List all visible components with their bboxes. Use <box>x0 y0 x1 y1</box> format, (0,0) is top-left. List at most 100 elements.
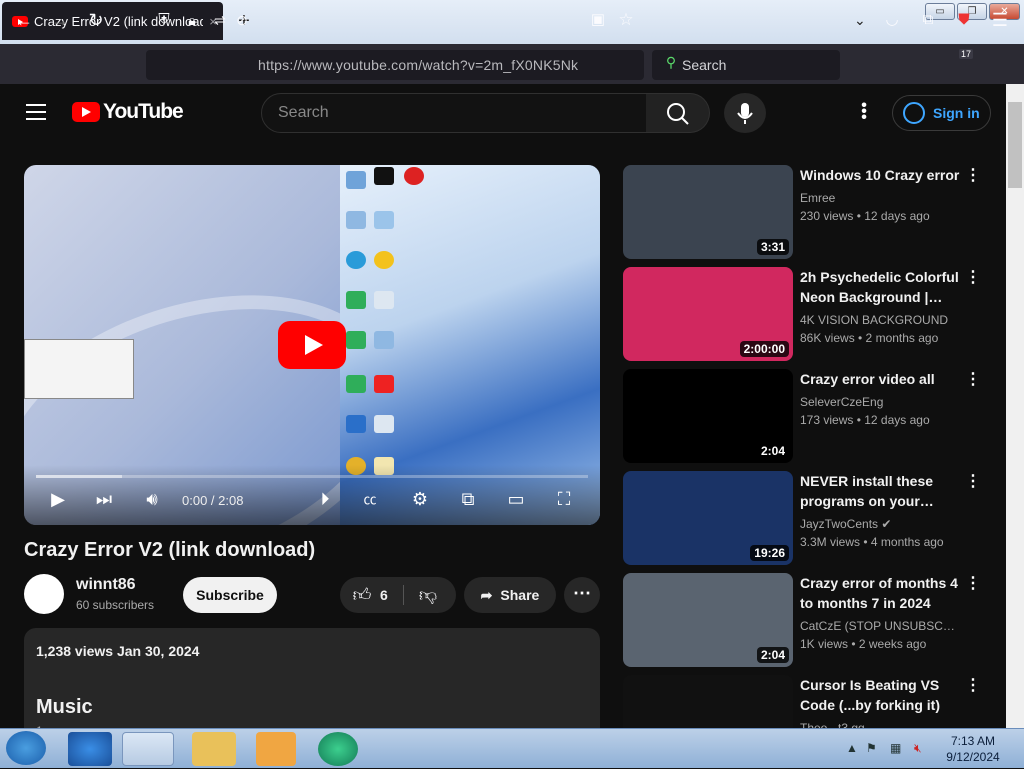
voice-search-button[interactable] <box>724 93 766 133</box>
subscriber-count: 60 subscribers <box>76 598 155 612</box>
miniplayer-icon[interactable]: ⧉ <box>456 489 480 510</box>
lock-icon[interactable]: 🔒︎ <box>180 8 204 32</box>
rec-meta: 173 views • 12 days ago <box>800 413 930 427</box>
rec-channel[interactable]: 4K VISION BACKGROUND <box>800 313 962 327</box>
guide-menu-icon[interactable] <box>26 104 46 120</box>
url-text[interactable]: https://www.youtube.com/watch?v=2m_fX0NK… <box>258 57 578 73</box>
start-button[interactable] <box>6 731 46 765</box>
page-scrollbar[interactable] <box>1006 84 1024 728</box>
settings-gear-icon[interactable]: ⚙ <box>408 489 432 510</box>
music-section-title: Music <box>36 696 93 718</box>
pocket-icon[interactable]: ◡ <box>880 8 904 32</box>
dislike-icon[interactable]: 👎︎ <box>416 583 440 607</box>
explorer-taskbar-icon[interactable] <box>192 732 236 766</box>
settings-kebab-icon[interactable]: • • • <box>860 98 868 126</box>
rec-menu-kebab-icon[interactable]: ⋮ <box>965 267 981 287</box>
search-engine-icon[interactable]: ⚲ <box>659 50 683 74</box>
rec-menu-kebab-icon[interactable]: ⋮ <box>965 471 981 491</box>
rec-channel[interactable]: Emree <box>800 191 962 205</box>
rec-thumbnail[interactable]: 2:00:00 <box>623 267 793 361</box>
error-dialog <box>24 339 134 399</box>
rec-title[interactable]: Windows 10 Crazy error <box>800 165 960 185</box>
youtube-logo-icon[interactable] <box>72 102 100 122</box>
tray-volume-icon[interactable]: 🔇︎ <box>914 741 922 756</box>
ie-taskbar-icon[interactable] <box>68 732 112 766</box>
clock-time: 7:13 AM <box>950 734 996 748</box>
desktop-tiktok-icon <box>374 167 394 185</box>
bookmark-star-icon[interactable]: ☆ <box>614 8 638 32</box>
account-icon <box>903 102 925 124</box>
captions-icon[interactable]: ㏄ <box>358 489 382 508</box>
rec-title[interactable]: Crazy error video all <box>800 369 960 389</box>
rec-menu-kebab-icon[interactable]: ⋮ <box>965 573 981 593</box>
rec-meta: 86K views • 2 months ago <box>800 331 939 345</box>
rec-title[interactable]: 2h Psychedelic Colorful Neon Background … <box>800 267 960 307</box>
desktop-app3-icon <box>346 291 366 309</box>
desktop-folder-icon <box>374 211 394 229</box>
desktop-app-icon <box>404 167 424 185</box>
desktop-app5-icon <box>346 331 366 349</box>
channel-name[interactable]: winnt86 <box>76 576 136 594</box>
autoplay-toggle[interactable]: ⏵ <box>310 489 340 510</box>
fullscreen-icon[interactable]: ⛶ <box>552 489 576 510</box>
rec-menu-kebab-icon[interactable]: ⋮ <box>965 675 981 695</box>
rec-title[interactable]: NEVER install these programs on your PC.… <box>800 471 960 511</box>
desktop-app2-icon <box>374 251 394 269</box>
list-all-tabs-button[interactable]: ⌄ <box>854 12 866 29</box>
share-button[interactable]: ➦ Share <box>464 577 556 613</box>
rec-menu-kebab-icon[interactable]: ⋮ <box>965 165 981 185</box>
rec-duration: 2:04 <box>756 647 789 663</box>
desktop-control-panel-icon <box>346 211 366 229</box>
progress-bar[interactable] <box>36 475 588 478</box>
taskbar-clock[interactable]: 7:13 AM 9/12/2024 <box>944 733 1002 765</box>
sign-in-button[interactable]: Sign in <box>892 95 991 131</box>
media-player-taskbar-icon[interactable] <box>256 732 296 766</box>
like-icon[interactable]: 👍︎ <box>350 583 374 607</box>
shield-icon[interactable]: ⛨ <box>152 8 176 32</box>
forward-icon[interactable]: → <box>48 8 72 32</box>
youtube-search-placeholder: Search <box>278 104 329 121</box>
rec-title[interactable]: Cursor Is Beating VS Code (...by forking… <box>800 675 960 715</box>
youtube-logo-text[interactable]: YouTube <box>103 100 184 124</box>
rec-thumbnail[interactable]: 19:26 <box>623 471 793 565</box>
rec-title[interactable]: Crazy error of months 4 to months 7 in 2… <box>800 573 960 613</box>
subscribe-button[interactable]: Subscribe <box>183 577 277 613</box>
rec-thumbnail[interactable]: 2:04 <box>623 369 793 463</box>
video-player[interactable]: ▶ ⏭ 🔊︎ 0:00 / 2:08 ⏵ ㏄ ⚙ ⧉ ▭ ⛶ <box>24 165 600 525</box>
youtube-search-input[interactable]: Search <box>261 93 647 133</box>
reload-icon[interactable]: ↻ <box>84 8 108 32</box>
rec-thumbnail[interactable]: 2:04 <box>623 573 793 667</box>
app-taskbar-icon[interactable] <box>318 732 358 766</box>
play-icon[interactable]: ▶ <box>46 489 70 510</box>
rec-menu-kebab-icon[interactable]: ⋮ <box>965 369 981 389</box>
rec-channel[interactable]: JayzTwoCents ✔ <box>800 517 962 531</box>
extensions-icon[interactable]: ⧉ <box>916 8 940 32</box>
microphone-icon <box>737 103 753 124</box>
rec-duration: 19:26 <box>750 545 789 561</box>
reader-view-icon[interactable]: ▣ <box>586 8 610 32</box>
video-time: 0:00 / 2:08 <box>182 493 244 508</box>
rec-meta: 230 views • 12 days ago <box>800 209 930 223</box>
firefox-taskbar-icon[interactable] <box>122 732 174 766</box>
more-actions-button[interactable]: ⋯ <box>564 577 600 613</box>
theater-mode-icon[interactable]: ▭ <box>504 489 528 510</box>
youtube-search-button[interactable] <box>646 93 710 133</box>
like-count[interactable]: 6 <box>380 587 388 603</box>
autoplay-blocked-icon[interactable]: ⊘ <box>230 8 254 32</box>
tray-flag-icon[interactable]: ⚑ <box>866 741 877 755</box>
volume-icon[interactable]: 🔊︎ <box>140 489 164 510</box>
next-icon[interactable]: ⏭ <box>92 489 116 510</box>
rec-meta: 3.3M views • 4 months ago <box>800 535 944 549</box>
ublock-icon[interactable]: ⛊ <box>952 8 976 32</box>
play-large-button[interactable] <box>278 321 346 369</box>
scrollbar-thumb[interactable] <box>1008 102 1022 188</box>
channel-avatar[interactable] <box>24 574 64 614</box>
permissions-icon[interactable]: ⇌ <box>208 8 232 32</box>
rec-thumbnail[interactable]: 3:31 <box>623 165 793 259</box>
tray-network-icon[interactable]: ▦ <box>890 741 901 755</box>
rec-channel[interactable]: CatCzE (STOP UNSUBSCRIB... <box>800 619 962 633</box>
rec-channel[interactable]: SeleverCzeEng <box>800 395 962 409</box>
browser-menu-icon[interactable]: ☰ <box>988 8 1012 32</box>
tray-arrow-icon[interactable]: ▲ <box>846 741 858 755</box>
back-icon[interactable]: ← <box>12 8 36 32</box>
